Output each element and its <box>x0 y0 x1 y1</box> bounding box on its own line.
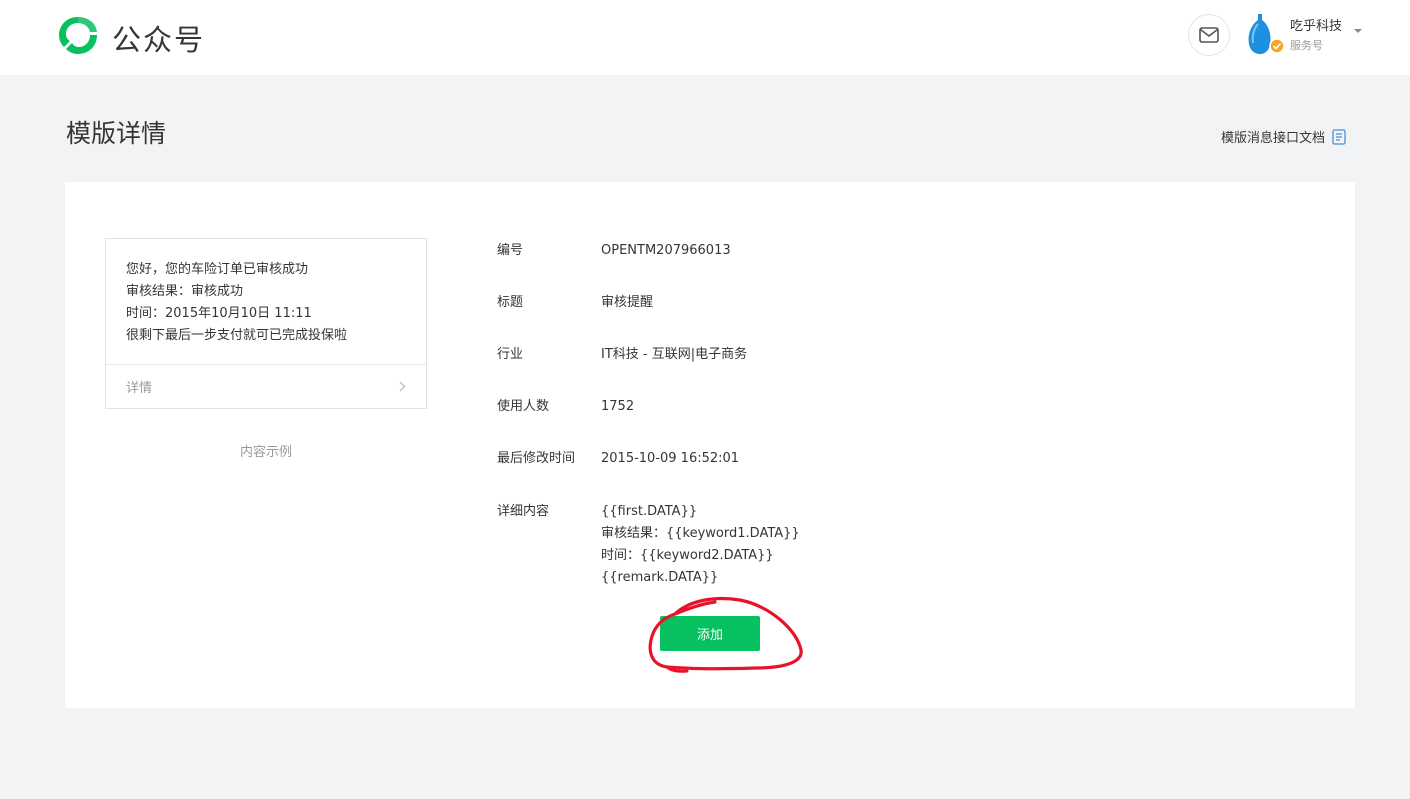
users-label: 使用人数 <box>497 399 550 414</box>
title-label: 标题 <box>497 295 524 310</box>
content-line: {{remark.DATA}} <box>601 570 719 585</box>
info-row-content: 详细内容 {{first.DATA}} 审核结果：{{keyword1.DATA… <box>497 501 1297 589</box>
app-name: 公众号 <box>112 23 206 57</box>
mail-icon <box>1199 27 1219 43</box>
template-detail-card: 您好，您的车险订单已审核成功 审核结果：审核成功 时间：2015年10月10日 … <box>65 182 1355 708</box>
info-row-title: 标题 审核提醒 <box>497 293 1297 312</box>
details-label: 详情 <box>126 381 153 396</box>
mail-button[interactable] <box>1188 14 1230 56</box>
preview-details-link[interactable]: 详情 <box>106 364 426 408</box>
chevron-right-icon <box>399 381 406 392</box>
template-api-doc-link[interactable]: 模版消息接口文档 <box>1221 127 1346 146</box>
id-label: 编号 <box>497 243 524 258</box>
account-type: 服务号 <box>1290 39 1323 52</box>
doc-link-label: 模版消息接口文档 <box>1221 131 1326 146</box>
content-value: {{first.DATA}} 审核结果：{{keyword1.DATA}} 时间… <box>601 501 800 589</box>
content-line: 时间：{{keyword2.DATA}} <box>601 548 774 563</box>
preview-line: 您好，您的车险订单已审核成功 <box>126 262 309 277</box>
message-preview: 您好，您的车险订单已审核成功 审核结果：审核成功 时间：2015年10月10日 … <box>105 238 427 409</box>
industry-label: 行业 <box>497 347 524 362</box>
template-info: 编号 OPENTM207966013 标题 审核提醒 行业 IT科技 - 互联网… <box>497 241 1297 589</box>
industry-value: IT科技 - 互联网|电子商务 <box>601 347 748 362</box>
modified-label: 最后修改时间 <box>497 451 576 466</box>
title-value: 审核提醒 <box>601 295 654 310</box>
chevron-down-icon[interactable] <box>1353 28 1363 34</box>
content-label: 详细内容 <box>497 504 550 519</box>
preview-line: 审核结果：审核成功 <box>126 284 244 299</box>
info-row-industry: 行业 IT科技 - 互联网|电子商务 <box>497 345 1297 364</box>
id-value: OPENTM207966013 <box>601 243 731 258</box>
preview-line: 很剩下最后一步支付就可已完成投保啦 <box>126 328 348 343</box>
add-button[interactable]: 添加 <box>660 616 760 651</box>
document-icon <box>1332 128 1346 145</box>
preview-content: 您好，您的车险订单已审核成功 审核结果：审核成功 时间：2015年10月10日 … <box>106 239 426 364</box>
account-name[interactable]: 吃乎科技 <box>1290 15 1342 34</box>
info-row-id: 编号 OPENTM207966013 <box>497 241 1297 260</box>
preview-line: 时间：2015年10月10日 11:11 <box>126 306 312 321</box>
page-title: 模版详情 <box>66 119 167 148</box>
users-value: 1752 <box>601 399 635 414</box>
preview-caption: 内容示例 <box>239 445 292 460</box>
info-row-users: 使用人数 1752 <box>497 397 1297 416</box>
top-bar: 公众号 吃乎科技 服务号 <box>0 0 1410 75</box>
avatar-icon[interactable] <box>1244 12 1288 56</box>
verified-badge-icon <box>1269 38 1285 54</box>
modified-value: 2015-10-09 16:52:01 <box>601 451 740 466</box>
content-line: 审核结果：{{keyword1.DATA}} <box>601 526 800 541</box>
info-row-modified: 最后修改时间 2015-10-09 16:52:01 <box>497 449 1297 468</box>
content-line: {{first.DATA}} <box>601 504 698 519</box>
wechat-logo-icon[interactable] <box>56 14 100 56</box>
